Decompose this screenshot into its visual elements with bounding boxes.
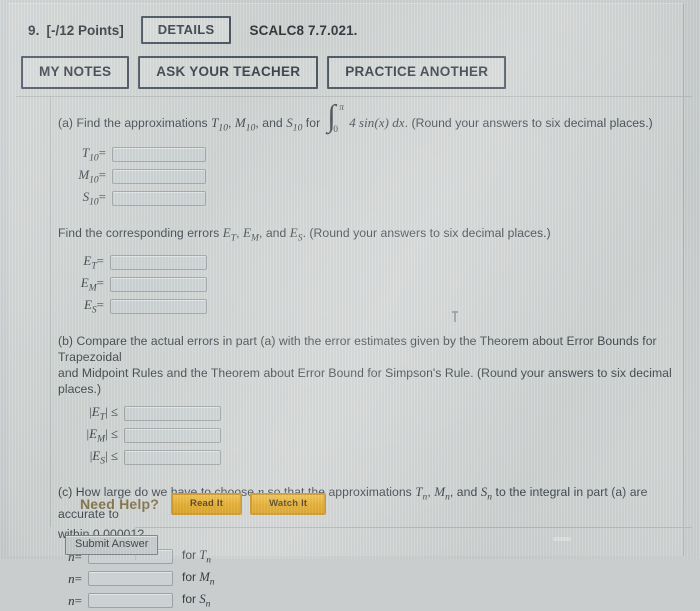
part-c-sep-2: , and (449, 485, 481, 500)
assignment-card: 9. [-/12 Points] DETAILS SCALC8 7.7.021.… (8, 3, 692, 610)
answer-input-n-sn[interactable] (88, 593, 173, 609)
answer-label-abs-em: |EM| ≤ (86, 425, 118, 445)
read-it-button[interactable]: Read It (171, 493, 243, 515)
question-meta-row: 9. [-/12 Points] DETAILS SCALC8 7.7.021. (16, 15, 676, 45)
answer-row-abs-em: |EM| ≤ (62, 425, 688, 445)
answer-suffix-mn: for Mn (182, 570, 215, 588)
part-b-prompt-line-1: (b) Compare the actual errors in part (a… (58, 334, 657, 365)
practice-another-button[interactable]: PRACTICE ANOTHER (327, 56, 507, 89)
errors-sep-2: , and (258, 225, 290, 240)
answer-label-abs-et: |ET| ≤ (89, 403, 118, 423)
answer-input-em[interactable] (110, 276, 207, 292)
answer-label-t10: T10= (81, 145, 106, 164)
answer-row-abs-et: |ET| ≤ (62, 403, 688, 423)
answer-row-n-sn: n= for Sn (60, 591, 688, 611)
question-number: 9. (28, 22, 40, 38)
symbol-s10: S10 (286, 115, 303, 134)
answer-input-abs-es[interactable] (124, 449, 221, 465)
answer-row-et: ET= (62, 252, 688, 272)
submit-answer-button[interactable]: Submit Answer (65, 535, 159, 555)
text-cursor-artifact (452, 311, 458, 324)
details-button[interactable]: DETAILS (140, 16, 232, 44)
answer-row-abs-es: |ES| ≤ (62, 447, 688, 467)
answer-row-n-mn: n= for Mn (60, 569, 688, 589)
answer-label-et: ET= (83, 252, 104, 272)
answer-row-es: ES= (62, 296, 688, 316)
errors-sep-1: , (236, 225, 243, 240)
textbook-reference: SCALC8 7.7.021. (249, 22, 358, 38)
need-help-label: Need Help? (80, 495, 160, 512)
part-b-answer-rows: |ET| ≤ |EM| ≤ |ES| ≤ (62, 403, 688, 467)
answer-row-s10: S10= (64, 189, 688, 209)
part-a-text-1: (a) Find the approximations (58, 116, 212, 130)
answer-input-es[interactable] (110, 298, 207, 314)
ask-your-teacher-button[interactable]: ASK YOUR TEACHER (138, 56, 319, 89)
answer-label-m10: M10= (78, 167, 106, 186)
points-badge: [-/12 Points] (46, 22, 124, 38)
part-a-text-4: . (Round your answers to six decimal pla… (404, 116, 653, 130)
part-a-prompt: (a) Find the approximations T10, M10, an… (58, 100, 688, 137)
answer-label-n-sn: n= (68, 592, 82, 608)
answer-input-abs-em[interactable] (124, 427, 221, 443)
symbol-e-t: ET (222, 224, 237, 244)
question-header: 9. [-/12 Points] DETAILS SCALC8 7.7.021.… (16, 15, 676, 93)
symbol-mn: Mn (434, 484, 450, 503)
answer-label-em: EM= (80, 274, 104, 294)
answer-input-n-mn[interactable] (88, 571, 173, 587)
answer-label-abs-es: |ES| ≤ (89, 447, 118, 467)
symbol-t10: T10 (211, 115, 229, 134)
answer-row-t10: T10= (64, 145, 688, 165)
part-b-prompt-line-2: and Midpoint Rules and the Theorem about… (58, 366, 672, 397)
symbol-e-m: EM (242, 224, 259, 244)
answer-row-m10: M10= (64, 167, 688, 187)
answer-label-n-mn: n= (68, 570, 82, 586)
answer-label-es: ES= (83, 296, 104, 316)
footer-panel (135, 527, 692, 560)
screen-artifact (553, 537, 571, 541)
answer-input-abs-et[interactable] (124, 405, 221, 421)
part-a-text-3: for (302, 116, 321, 130)
watch-it-button[interactable]: Watch It (250, 493, 327, 515)
part-a-sep-1: , (228, 116, 235, 130)
symbol-e-s: ES (289, 224, 303, 244)
answer-input-s10[interactable] (112, 191, 206, 207)
symbol-m10: M10 (234, 115, 256, 134)
part-a-sep-2: , and (255, 116, 287, 130)
integral-lower-limit: 0 (333, 125, 338, 135)
answer-input-t10[interactable] (112, 147, 206, 163)
integral-symbol: ∫ π 0 (325, 100, 347, 135)
my-notes-button[interactable]: MY NOTES (21, 56, 130, 89)
answer-label-s10: S10= (82, 189, 106, 208)
answer-input-m10[interactable] (112, 169, 206, 185)
errors-answer-rows: ET= EM= ES= (62, 252, 688, 316)
integral-upper-limit: π (339, 103, 344, 113)
symbol-sn: Sn (480, 484, 493, 503)
errors-text-1: Find the corresponding errors (58, 225, 223, 240)
answer-row-em: EM= (62, 274, 688, 294)
errors-prompt: Find the corresponding errors ET, EM, an… (58, 225, 688, 247)
question-toolbar: MY NOTES ASK YOUR TEACHER PRACTICE ANOTH… (16, 56, 676, 89)
symbol-tn: Tn (415, 484, 428, 503)
integrand: 4 sin(x) dx (349, 115, 405, 130)
answer-input-et[interactable] (110, 254, 207, 270)
errors-text-4: . (Round your answers to six decimal pla… (302, 225, 551, 240)
part-a-answer-rows: T10= M10= S10= (64, 145, 688, 209)
answer-suffix-sn: for Sn (182, 592, 211, 610)
need-help-section: Need Help? Read It Watch It (80, 493, 334, 515)
